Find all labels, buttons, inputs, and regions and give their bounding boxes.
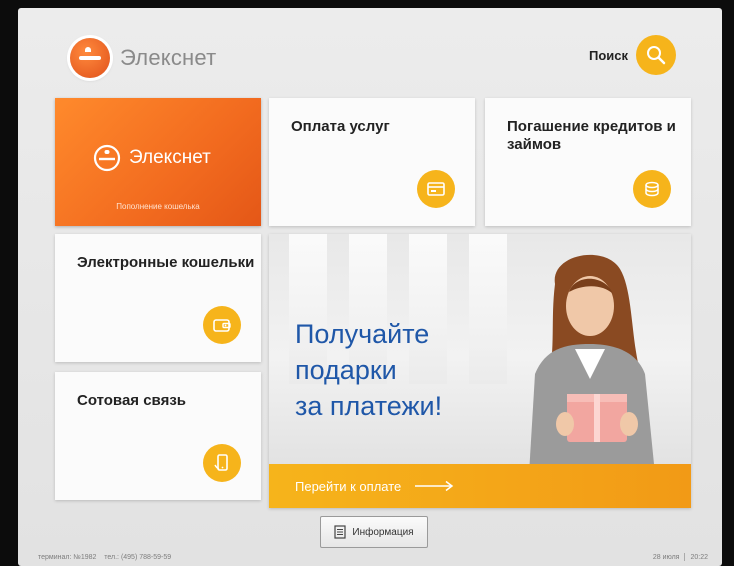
document-icon xyxy=(334,525,346,539)
brand-logo: Элекснет xyxy=(70,38,216,78)
mobile-tile[interactable]: Сотовая связь xyxy=(55,372,261,500)
search-icon[interactable] xyxy=(636,35,676,75)
payments-tile-title: Оплата услуг xyxy=(291,118,390,135)
loans-tile-title: Погашение кредитов и займов xyxy=(507,118,676,153)
promo-woman-image xyxy=(529,254,655,474)
date-time: 28 июля 20:22 xyxy=(653,553,708,561)
information-label: Информация xyxy=(352,526,414,538)
elecsnet-logo-icon xyxy=(93,144,121,172)
banner-headline-line: Получайте xyxy=(295,319,430,349)
wallet-icon xyxy=(203,306,241,344)
banner-headline: Получайте подарки за платежи! xyxy=(295,316,495,424)
mobile-tile-title: Сотовая связь xyxy=(77,392,187,409)
go-to-payment-label: Перейти к оплате xyxy=(295,478,402,494)
search-label: Поиск xyxy=(588,47,628,63)
phone-icon xyxy=(203,444,241,482)
brand-name: Элекснет xyxy=(120,45,217,70)
arrow-right-icon xyxy=(415,480,454,492)
terminal-screen: Элекснет Поиск Элекснет Пополнение кошел… xyxy=(18,8,722,566)
search-button[interactable]: Поиск xyxy=(589,35,676,75)
banner-headline-line: подарки xyxy=(295,355,397,385)
elecsnet-logo-icon xyxy=(70,38,110,78)
ewallets-tile[interactable]: Электронные кошельки xyxy=(55,234,261,362)
support-phone: тел.: (495) 788-59-59 xyxy=(104,554,172,561)
payments-tile[interactable]: Оплата услуг xyxy=(269,98,475,226)
wallet-tile-caption: Пополнение кошелька xyxy=(116,202,200,211)
footer-divider xyxy=(684,553,686,561)
information-button[interactable]: Информация xyxy=(320,516,428,548)
terminal-number: терминал: №1982 xyxy=(38,554,97,561)
current-date: 28 июля xyxy=(652,553,680,561)
ewallets-tile-title: Электронные кошельки xyxy=(77,254,255,271)
current-time: 20:22 xyxy=(690,553,708,561)
card-terminal-icon xyxy=(417,170,455,208)
wallet-topup-tile[interactable]: Элекснет Пополнение кошелька xyxy=(55,98,261,226)
loans-tile[interactable]: Погашение кредитов и займов xyxy=(485,98,691,226)
banner-headline-line: за платежи! xyxy=(295,391,443,421)
wallet-tile-brand: Элекснет xyxy=(93,144,211,172)
terminal-info: терминал: №1982 тел.: (495) 788-59-59 xyxy=(38,554,171,561)
promo-banner[interactable]: Получайте подарки за платежи! Перейти к … xyxy=(269,234,691,508)
coins-icon xyxy=(633,170,671,208)
go-to-payment-button[interactable]: Перейти к оплате xyxy=(269,464,691,508)
wallet-tile-brand-name: Элекснет xyxy=(129,147,211,168)
